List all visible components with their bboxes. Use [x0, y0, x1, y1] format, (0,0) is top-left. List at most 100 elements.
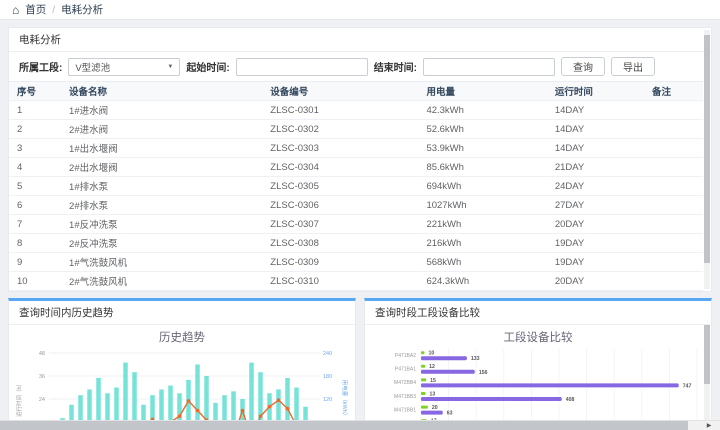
table-cell: 1#出水堰阀 — [61, 139, 262, 158]
table-row: 22#进水阀ZLSC-030252.6kWh14DAY — [9, 120, 703, 139]
panel-title: 电耗分析 — [9, 28, 711, 52]
svg-text:408: 408 — [566, 397, 575, 403]
table-cell: 4 — [9, 158, 61, 177]
svg-text:15: 15 — [430, 378, 436, 384]
svg-text:13: 13 — [429, 391, 435, 397]
export-button[interactable]: 导出 — [611, 57, 655, 76]
table-cell: 1#反冲洗泵 — [61, 215, 262, 234]
table-row: 102#气洗鼓风机ZLSC-0310624.3kWh20DAY — [9, 272, 703, 291]
table-row: 71#反冲洗泵ZLSC-0307221kWh20DAY — [9, 215, 703, 234]
table-cell: 42.3kWh — [418, 101, 546, 120]
svg-text:156: 156 — [479, 370, 488, 376]
svg-text:24: 24 — [39, 397, 45, 403]
table-cell: 85.6kWh — [418, 158, 546, 177]
breadcrumb: ⌂ 首页 / 电耗分析 — [0, 0, 720, 20]
table-cell: 1#进水阀 — [61, 101, 262, 120]
compare-scrollbar-thumb[interactable] — [704, 325, 710, 384]
power-analysis-panel: 电耗分析 所属工段: V型滤池 ▼ 起始时间: 结束时间: 查询 导出 序号 设备… — [8, 27, 712, 292]
table-cell: ZLSC-0302 — [262, 120, 418, 139]
section-label: 所属工段: — [19, 59, 62, 74]
device-table: 序号设备名称设备编号用电量运行时间备注 11#进水阀ZLSC-030142.3k… — [9, 81, 703, 291]
end-time-label: 结束时间: — [374, 59, 417, 74]
history-trend-panel: 查询时间内历史趋势 历史趋势 012243648060120180240运行时间… — [8, 298, 356, 430]
table-cell: 2#出水堰阀 — [61, 158, 262, 177]
breadcrumb-separator: / — [52, 4, 55, 16]
table-cell: ZLSC-0305 — [262, 177, 418, 196]
table-scrollbar-thumb[interactable] — [704, 35, 710, 263]
table-cell — [644, 253, 703, 272]
end-time-input[interactable] — [423, 58, 555, 76]
table-cell: 21DAY — [547, 158, 644, 177]
table-row: 11#进水阀ZLSC-030142.3kWh14DAY — [9, 101, 703, 120]
table-cell: 14DAY — [547, 101, 644, 120]
table-cell: 6 — [9, 196, 61, 215]
svg-text:63: 63 — [447, 411, 453, 417]
svg-text:133: 133 — [471, 356, 480, 362]
section-compare-chart: P471BA2 10 133 P471BA1 12 156 M472BB4 15 747 M471… — [365, 345, 709, 430]
filter-bar: 所属工段: V型滤池 ▼ 起始时间: 结束时间: 查询 导出 — [9, 52, 711, 81]
table-cell: ZLSC-0309 — [262, 253, 418, 272]
table-cell: 27DAY — [547, 196, 644, 215]
table-cell: ZLSC-0310 — [262, 272, 418, 291]
table-cell: 2#反冲洗泵 — [61, 234, 262, 253]
table-cell — [644, 234, 703, 253]
table-row: 51#排水泵ZLSC-0305694kWh24DAY — [9, 177, 703, 196]
table-vertical-scrollbar[interactable] — [704, 30, 710, 289]
history-chart-title: 历史趋势 — [9, 325, 355, 345]
table-cell: 10 — [9, 272, 61, 291]
table-cell: ZLSC-0304 — [262, 158, 418, 177]
table-cell: 2#进水阀 — [61, 120, 262, 139]
table-cell: 8 — [9, 234, 61, 253]
table-cell: 19DAY — [547, 234, 644, 253]
compare-panel-header: 查询时段工段设备比较 — [365, 301, 711, 325]
svg-text:M471BB3: M471BB3 — [394, 394, 416, 400]
table-cell: 19DAY — [547, 253, 644, 272]
table-cell: ZLSC-0303 — [262, 139, 418, 158]
svg-text:M472BB4: M472BB4 — [394, 380, 416, 386]
table-cell — [644, 101, 703, 120]
table-cell: 624.3kWh — [418, 272, 546, 291]
section-select[interactable]: V型滤池 ▼ — [68, 58, 180, 76]
table-row: 82#反冲洗泵ZLSC-0308216kWh19DAY — [9, 234, 703, 253]
table-cell: 1 — [9, 101, 61, 120]
svg-text:747: 747 — [683, 383, 692, 389]
start-time-label: 起始时间: — [186, 59, 229, 74]
horizontal-scrollbar[interactable]: ▶ — [0, 420, 720, 430]
table-cell: ZLSC-0301 — [262, 101, 418, 120]
table-cell: 9 — [9, 253, 61, 272]
breadcrumb-home[interactable]: 首页 — [25, 2, 46, 17]
svg-text:120: 120 — [323, 397, 332, 403]
home-icon[interactable]: ⌂ — [12, 4, 19, 16]
table-cell: 24DAY — [547, 177, 644, 196]
svg-text:运行时间（h）: 运行时间（h） — [15, 381, 23, 417]
search-button[interactable]: 查询 — [561, 57, 605, 76]
svg-text:用电量（kWh）: 用电量（kWh） — [341, 380, 349, 419]
table-cell: 53.9kWh — [418, 139, 546, 158]
section-compare-panel: 查询时段工段设备比较 工段设备比较 P471BA2 10 133 P471BA1 12 1… — [364, 298, 712, 430]
svg-text:36: 36 — [39, 374, 45, 380]
table-header-cell: 设备编号 — [262, 82, 418, 101]
svg-text:10: 10 — [428, 351, 434, 357]
start-time-input[interactable] — [236, 58, 368, 76]
table-header-cell: 序号 — [9, 82, 61, 101]
compare-chart-title: 工段设备比较 — [365, 325, 711, 345]
table-cell: 2#气洗鼓风机 — [61, 272, 262, 291]
table-cell: 1#排水泵 — [61, 177, 262, 196]
table-cell — [644, 139, 703, 158]
compare-vertical-scrollbar[interactable] — [704, 325, 710, 430]
horizontal-scrollbar-thumb[interactable] — [0, 421, 688, 430]
svg-text:12: 12 — [429, 364, 435, 370]
svg-text:P471BA1: P471BA1 — [395, 367, 416, 373]
table-cell: 1#气洗鼓风机 — [61, 253, 262, 272]
history-trend-chart: 012243648060120180240运行时间（h）用电量（kWh）11.1… — [9, 345, 353, 430]
table-row: 91#气洗鼓风机ZLSC-0309568kWh19DAY — [9, 253, 703, 272]
table-header-cell: 用电量 — [418, 82, 546, 101]
svg-text:20: 20 — [432, 405, 438, 411]
scroll-right-arrow-icon[interactable]: ▶ — [702, 421, 716, 430]
table-cell: 694kWh — [418, 177, 546, 196]
table-cell: 14DAY — [547, 139, 644, 158]
table-row: 31#出水堰阀ZLSC-030353.9kWh14DAY — [9, 139, 703, 158]
history-panel-header: 查询时间内历史趋势 — [9, 301, 355, 325]
svg-text:P471BA2: P471BA2 — [395, 353, 416, 359]
breadcrumb-current[interactable]: 电耗分析 — [61, 2, 103, 17]
